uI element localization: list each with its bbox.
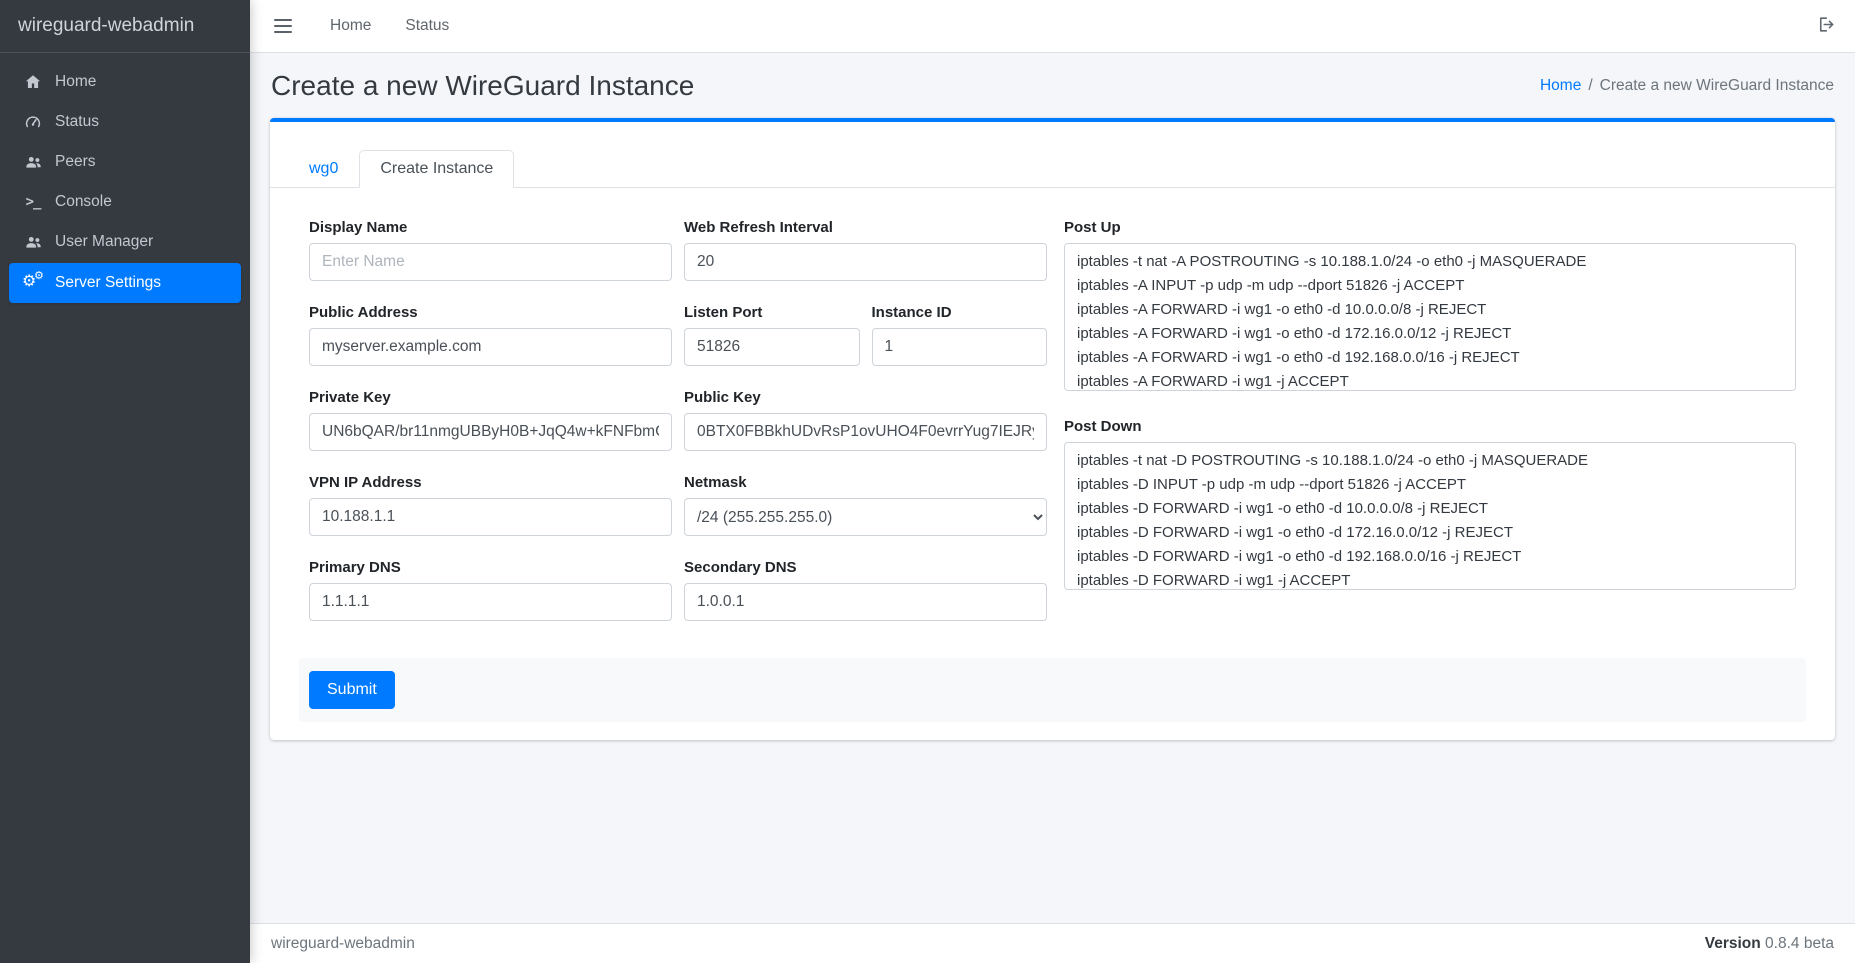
page-title: Create a new WireGuard Instance [271, 70, 694, 102]
sidebar-item-peers[interactable]: Peers [9, 143, 241, 181]
breadcrumb-current: Create a new WireGuard Instance [1600, 77, 1834, 95]
footer-brand: wireguard-webadmin [271, 935, 415, 953]
vpn-ip-group: VPN IP Address [309, 474, 672, 536]
post-down-group: Post Down iptables -t nat -D POSTROUTING… [1064, 418, 1796, 594]
footer-version: Version 0.8.4 beta [1705, 935, 1834, 953]
sidebar-item-label: User Manager [55, 233, 153, 251]
primary-dns-input[interactable] [309, 583, 672, 621]
web-refresh-interval-label: Web Refresh Interval [684, 219, 1047, 236]
tachometer-icon [20, 113, 46, 131]
sidebar-item-label: Status [55, 113, 99, 131]
form-right-column: Post Up iptables -t nat -A POSTROUTING -… [1064, 219, 1796, 644]
footer-version-label: Version [1705, 935, 1761, 952]
vpn-ip-label: VPN IP Address [309, 474, 672, 491]
instance-id-group: Instance ID [872, 304, 1048, 366]
sidebar-item-console[interactable]: >_ Console [9, 183, 241, 221]
netmask-select[interactable]: /24 (255.255.255.0) [684, 498, 1047, 536]
sidebar-item-label: Peers [55, 153, 96, 171]
content-header: Create a new WireGuard Instance Home / C… [250, 53, 1855, 116]
instance-form: Display Name Web Refresh Interval Public… [309, 219, 1796, 644]
terminal-icon: >_ [20, 194, 46, 210]
primary-dns-label: Primary DNS [309, 559, 672, 576]
public-address-group: Public Address [309, 304, 672, 366]
breadcrumb-separator: / [1588, 77, 1592, 95]
tab-wg0[interactable]: wg0 [288, 150, 359, 188]
form-footer: Submit [299, 658, 1806, 722]
post-up-textarea[interactable]: iptables -t nat -A POSTROUTING -s 10.188… [1064, 243, 1796, 391]
logout-button[interactable] [1816, 15, 1835, 38]
post-up-label: Post Up [1064, 219, 1796, 236]
post-down-label: Post Down [1064, 418, 1796, 435]
web-refresh-interval-input[interactable] [684, 243, 1047, 281]
sign-out-icon [1816, 15, 1835, 38]
web-refresh-interval-group: Web Refresh Interval [684, 219, 1047, 281]
sidebar-item-label: Console [55, 193, 112, 211]
public-key-label: Public Key [684, 389, 1047, 406]
private-key-input[interactable] [309, 413, 672, 451]
secondary-dns-label: Secondary DNS [684, 559, 1047, 576]
instance-id-input[interactable] [872, 328, 1048, 366]
navbar-link-status[interactable]: Status [405, 17, 449, 35]
menu-toggle-button[interactable] [270, 13, 296, 39]
sidebar-item-status[interactable]: Status [9, 103, 241, 141]
primary-dns-group: Primary DNS [309, 559, 672, 621]
secondary-dns-group: Secondary DNS [684, 559, 1047, 621]
main-area: Home Status Create a new WireGuard Insta… [250, 0, 1855, 963]
public-address-label: Public Address [309, 304, 672, 321]
card-body: Display Name Web Refresh Interval Public… [270, 188, 1835, 740]
breadcrumb: Home / Create a new WireGuard Instance [1540, 77, 1834, 95]
top-navbar: Home Status [250, 0, 1855, 53]
post-down-textarea[interactable]: iptables -t nat -D POSTROUTING -s 10.188… [1064, 442, 1796, 590]
submit-button[interactable]: Submit [309, 671, 395, 709]
sidebar: wireguard-webadmin Home Status Peers [0, 0, 250, 963]
sidebar-item-home[interactable]: Home [9, 63, 241, 101]
sidebar-item-label: Server Settings [55, 274, 161, 292]
breadcrumb-home-link[interactable]: Home [1540, 77, 1581, 95]
public-key-input[interactable] [684, 413, 1047, 451]
form-left-columns: Display Name Web Refresh Interval Public… [309, 219, 1047, 644]
private-key-group: Private Key [309, 389, 672, 451]
sidebar-item-label: Home [55, 73, 96, 91]
tab-create-instance[interactable]: Create Instance [359, 150, 514, 188]
display-name-group: Display Name [309, 219, 672, 281]
home-icon [20, 73, 46, 91]
footer-version-value: 0.8.4 beta [1765, 935, 1834, 952]
sidebar-item-server-settings[interactable]: ⚙⚙ Server Settings [9, 263, 241, 303]
navbar-link-home[interactable]: Home [330, 17, 371, 35]
display-name-input[interactable] [309, 243, 672, 281]
public-key-group: Public Key [684, 389, 1047, 451]
app-root: wireguard-webadmin Home Status Peers [0, 0, 1855, 963]
netmask-label: Netmask [684, 474, 1047, 491]
public-address-input[interactable] [309, 328, 672, 366]
instance-id-label: Instance ID [872, 304, 1048, 321]
content-wrapper: Create a new WireGuard Instance Home / C… [250, 53, 1855, 923]
secondary-dns-input[interactable] [684, 583, 1047, 621]
vpn-ip-input[interactable] [309, 498, 672, 536]
users-gear-icon [20, 233, 46, 251]
private-key-label: Private Key [309, 389, 672, 406]
listen-port-group: Listen Port [684, 304, 860, 366]
display-name-label: Display Name [309, 219, 672, 236]
users-icon [20, 153, 46, 171]
post-up-group: Post Up iptables -t nat -A POSTROUTING -… [1064, 219, 1796, 395]
instance-card: wg0 Create Instance Display Name [270, 118, 1835, 740]
netmask-group: Netmask /24 (255.255.255.0) [684, 474, 1047, 536]
sidebar-item-user-manager[interactable]: User Manager [9, 223, 241, 261]
instance-tabs: wg0 Create Instance [288, 150, 1817, 188]
listen-port-input[interactable] [684, 328, 860, 366]
page-footer: wireguard-webadmin Version 0.8.4 beta [250, 923, 1855, 963]
listen-port-label: Listen Port [684, 304, 860, 321]
sidebar-nav: Home Status Peers >_ Console [0, 53, 250, 315]
port-id-row: Listen Port Instance ID [684, 304, 1047, 389]
card-header: wg0 Create Instance [270, 122, 1835, 188]
brand[interactable]: wireguard-webadmin [0, 0, 250, 53]
gears-icon: ⚙⚙ [20, 273, 46, 293]
